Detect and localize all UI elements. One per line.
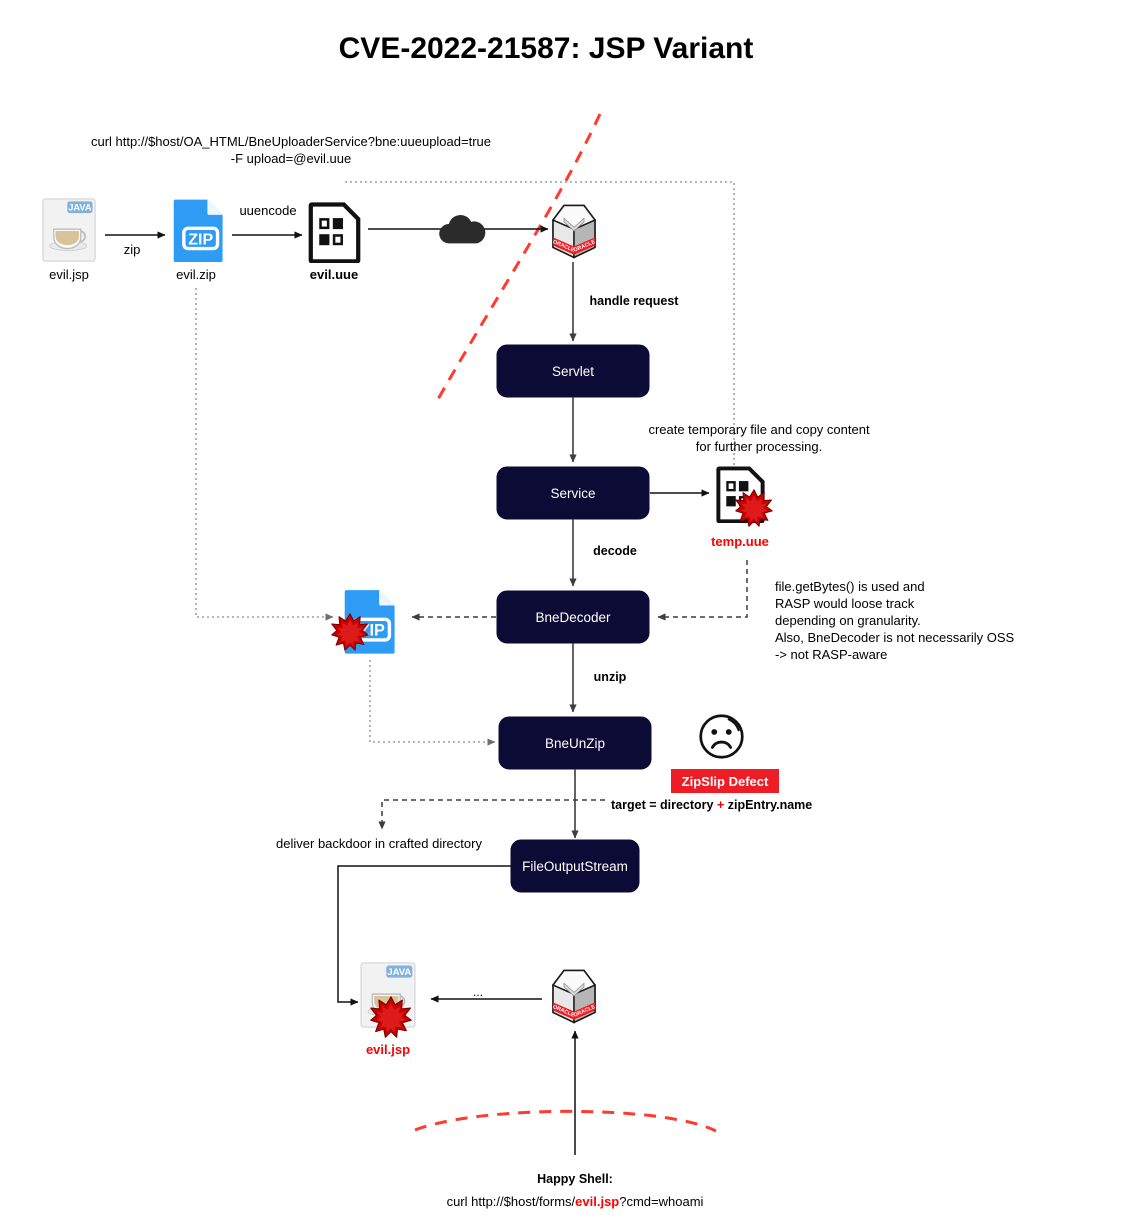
- curl-upload-line2: -F upload=@evil.uue: [231, 151, 352, 166]
- oracle-server-icon-bottom: [550, 969, 598, 1024]
- happy-shell-command: curl http://$host/forms/evil.jsp?cmd=who…: [447, 1194, 704, 1209]
- node-bneunzip[interactable]: BneUnZip: [498, 716, 652, 770]
- file-evil-jsp-top-label: evil.jsp: [49, 267, 89, 282]
- file-temp-uue: temp.uue: [711, 466, 773, 549]
- trust-boundary-arc-bottom: [414, 1109, 717, 1133]
- dashed-route-tempuue-to-bnedecoder: [657, 560, 748, 621]
- cve-flow-diagram: JAVA ZIP: [42, 32, 1014, 1209]
- node-fileoutputstream-label: FileOutputStream: [522, 859, 628, 874]
- happy-shell-title: Happy Shell:: [537, 1172, 613, 1186]
- happy-shell-cmd-post: ?cmd=whoami: [619, 1194, 703, 1209]
- edge-label-ellipsis: ...: [473, 985, 483, 999]
- file-evil-uue-label: evil.uue: [310, 267, 358, 282]
- file-zip-decoded: [331, 588, 397, 654]
- file-evil-jsp-top: evil.jsp: [42, 198, 96, 282]
- file-evil-zip-top: evil.zip: [172, 198, 225, 282]
- cloud-icon: [439, 215, 486, 244]
- file-evil-zip-top-label: evil.zip: [176, 267, 216, 282]
- temp-file-note-line2: for further processing.: [696, 439, 822, 454]
- status-badge-zipslip: ZipSlip Defect: [671, 769, 779, 793]
- rasp-note-line1: file.getBytes() is used and: [775, 579, 925, 594]
- edge-label-unzip: unzip: [594, 670, 627, 684]
- node-bneunzip-label: BneUnZip: [545, 736, 605, 751]
- node-servlet-label: Servlet: [552, 364, 594, 379]
- node-bnedecoder-label: BneDecoder: [535, 610, 611, 625]
- diagram-canvas: JAVA ZIP: [0, 0, 1144, 1224]
- target-formula-post: zipEntry.name: [724, 798, 812, 812]
- deliver-backdoor-note: deliver backdoor in crafted directory: [276, 836, 482, 851]
- temp-file-note-line1: create temporary file and copy content: [648, 422, 870, 437]
- target-formula-pre: target = directory: [611, 798, 717, 812]
- happy-shell-cmd-red: evil.jsp: [575, 1194, 619, 1209]
- sad-face-icon: [699, 714, 744, 759]
- node-service-label: Service: [550, 486, 595, 501]
- rasp-note-line4: Also, BneDecoder is not necessarily OSS: [775, 630, 1014, 645]
- happy-shell-cmd-pre: curl http://$host/forms/: [447, 1194, 576, 1209]
- edge-label-handle-request: handle request: [590, 294, 680, 308]
- edge-label-zip: zip: [124, 242, 141, 257]
- target-formula: target = directory + zipEntry.name: [611, 798, 812, 812]
- rasp-note-line3: depending on granularity.: [775, 613, 921, 628]
- curl-upload-line1: curl http://$host/OA_HTML/BneUploaderSer…: [91, 134, 491, 149]
- edge-label-uuencode: uuencode: [239, 203, 296, 218]
- dotted-route-evilzip-to-zip: [195, 288, 334, 621]
- target-formula-plus: +: [717, 798, 724, 812]
- dashed-route-bneunzip-to-deliver: [378, 799, 605, 830]
- file-evil-jsp-bottom-label: evil.jsp: [366, 1042, 410, 1057]
- node-service[interactable]: Service: [496, 466, 650, 520]
- svg-text:target = directory + zipEntry.: target = directory + zipEntry.name: [611, 798, 812, 812]
- rasp-note-line2: RASP would loose track: [775, 596, 915, 611]
- file-evil-uue: evil.uue: [310, 205, 358, 282]
- rasp-note-line5: -> not RASP-aware: [775, 647, 887, 662]
- oracle-server-icon-top: [550, 204, 598, 259]
- status-badge-zipslip-label: ZipSlip Defect: [682, 774, 769, 789]
- node-bnedecoder[interactable]: BneDecoder: [496, 590, 650, 644]
- node-servlet[interactable]: Servlet: [496, 344, 650, 398]
- edge-label-decode: decode: [593, 544, 637, 558]
- file-temp-uue-label: temp.uue: [711, 534, 769, 549]
- dotted-route-zip-to-bneunzip: [369, 660, 496, 746]
- page-title: CVE-2022-21587: JSP Variant: [339, 32, 754, 65]
- node-fileoutputstream[interactable]: FileOutputStream: [510, 839, 640, 893]
- file-evil-jsp-bottom: evil.jsp: [360, 962, 416, 1057]
